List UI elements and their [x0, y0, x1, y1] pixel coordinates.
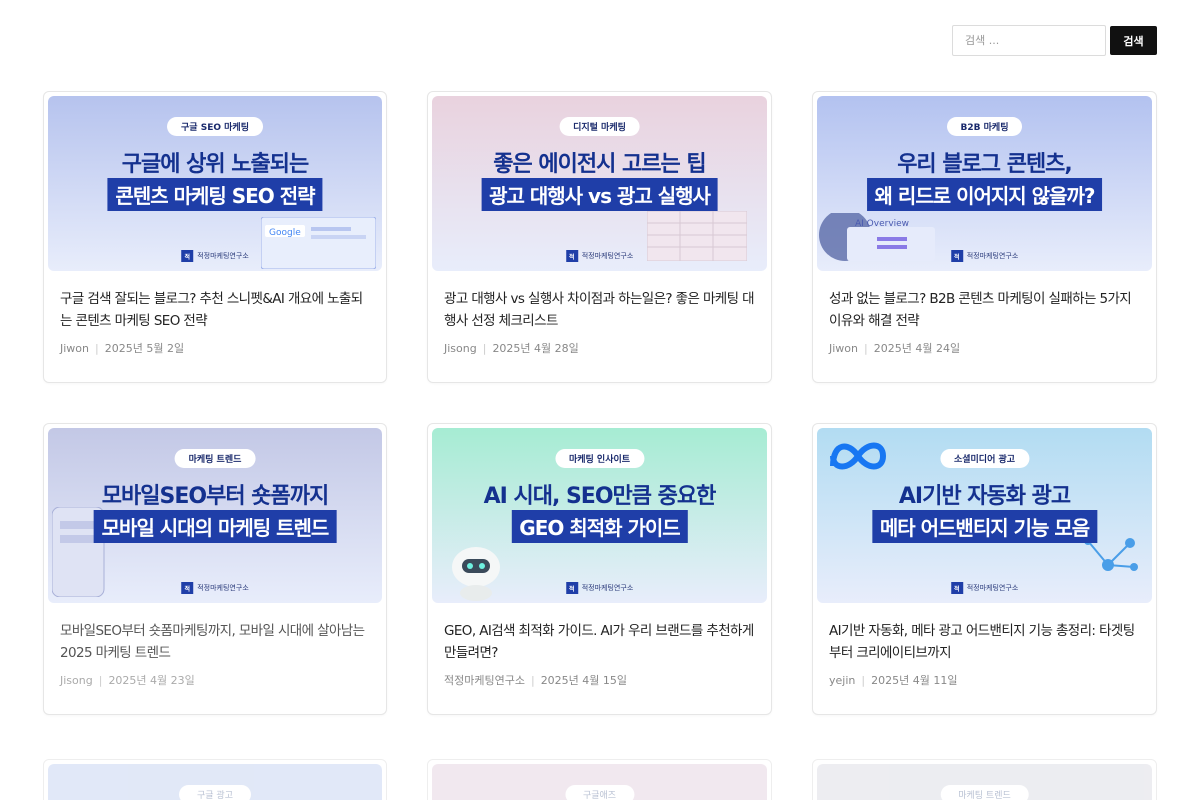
brand-mark-icon: 적 [565, 582, 578, 594]
ai-overview-label: AI Overview [855, 219, 910, 229]
meta-separator: | [98, 674, 103, 687]
post-card-partial[interactable]: 구글애즈 [427, 759, 772, 800]
meta-separator: | [482, 342, 487, 355]
post-card[interactable]: 디지털 마케팅 좋은 에이전시 고르는 팁 광고 대행사 vs 광고 실행사 적… [427, 91, 772, 383]
thumbnail-headline: 좋은 에이전시 고르는 팁 [493, 152, 706, 177]
post-grid: Google 구글 SEO 마케팅 구글에 상위 노출되는 콘텐츠 마케팅 SE… [43, 91, 1157, 715]
post-card[interactable]: Google 구글 SEO 마케팅 구글에 상위 노출되는 콘텐츠 마케팅 SE… [43, 91, 387, 383]
category-tag: 마케팅 트렌드 [174, 449, 256, 468]
brand-logo: 적 적정마케팅연구소 [565, 250, 634, 262]
search-bar: 검색 [952, 25, 1157, 56]
post-date: 2025년 4월 11일 [871, 674, 958, 687]
post-date: 2025년 4월 23일 [108, 674, 195, 687]
thumbnail-headline: AI 시대, SEO만큼 중요한 [483, 484, 717, 509]
search-input[interactable] [952, 25, 1106, 56]
category-tag: 구글 SEO 마케팅 [167, 117, 263, 136]
meta-separator: | [861, 674, 866, 687]
post-thumbnail[interactable]: 마케팅 트렌드 모바일SEO부터 숏폼까지 모바일 시대의 마케팅 트렌드 적 … [48, 428, 382, 603]
brand-name: 적정마케팅연구소 [966, 252, 1019, 260]
post-date: 2025년 4월 24일 [873, 342, 961, 355]
thumbnail-subheadline: 모바일 시대의 마케팅 트렌드 [93, 510, 337, 543]
post-card[interactable]: 마케팅 트렌드 모바일SEO부터 숏폼까지 모바일 시대의 마케팅 트렌드 적 … [43, 423, 387, 715]
post-title[interactable]: GEO, AI검색 최적화 가이드. AI가 우리 브랜드를 추천하게 만들려면… [444, 620, 755, 664]
post-meta: 적정마케팅연구소 | 2025년 4월 15일 [444, 672, 755, 688]
brand-logo: 적 적정마케팅연구소 [181, 582, 249, 594]
brand-name: 적정마케팅연구소 [966, 584, 1019, 592]
post-thumbnail[interactable]: 구글 광고 [48, 764, 382, 800]
thumbnail-subheadline: 광고 대행사 vs 광고 실행사 [481, 178, 718, 211]
brand-mark-icon: 적 [181, 250, 194, 262]
brand-mark-icon: 적 [950, 582, 963, 594]
category-tag: 마케팅 인사이트 [554, 449, 645, 468]
thumbnail-subheadline: 왜 리드로 이어지지 않을까? [866, 178, 1103, 211]
post-card[interactable]: 마케팅 인사이트 AI 시대, SEO만큼 중요한 GEO 최적화 가이드 적 … [427, 423, 772, 715]
category-tag: 마케팅 트렌드 [940, 785, 1029, 800]
category-tag: 구글 광고 [179, 785, 251, 800]
post-thumbnail[interactable]: Google 구글 SEO 마케팅 구글에 상위 노출되는 콘텐츠 마케팅 SE… [48, 96, 382, 271]
post-thumbnail[interactable]: 구글애즈 [432, 764, 767, 800]
thumbnail-subheadline: 메타 어드밴티지 기능 모음 [871, 510, 1098, 543]
post-author: Jisong [444, 342, 477, 355]
spreadsheet-illustration [647, 211, 747, 261]
brand-logo: 적 적정마케팅연구소 [565, 582, 634, 594]
post-date: 2025년 4월 28일 [492, 342, 579, 355]
thumbnail-headline: AI기반 자동화 광고 [898, 484, 1071, 509]
thumbnail-subheadline: 콘텐츠 마케팅 SEO 전략 [107, 178, 323, 211]
post-meta: Jisong | 2025년 4월 23일 [60, 672, 370, 688]
post-title[interactable]: AI기반 자동화, 메타 광고 어드밴티지 기능 총정리: 타겟팅부터 크리에이… [829, 620, 1140, 664]
post-thumbnail[interactable]: 소셜미디어 광고 AI기반 자동화 광고 메타 어드밴티지 기능 모음 적 적정… [817, 428, 1152, 603]
brand-name: 적정마케팅연구소 [581, 584, 634, 592]
brand-mark-icon: 적 [950, 250, 963, 262]
post-author: Jisong [60, 674, 93, 687]
category-tag: 구글애즈 [564, 785, 635, 800]
brand-name: 적정마케팅연구소 [581, 252, 634, 260]
brand-logo: 적 적정마케팅연구소 [950, 582, 1019, 594]
search-button[interactable]: 검색 [1110, 26, 1157, 55]
post-date: 2025년 5월 2일 [104, 342, 185, 355]
robot-illustration [452, 547, 500, 601]
post-card-partial[interactable]: 마케팅 트렌드 [812, 759, 1157, 800]
thumbnail-headline: 우리 블로그 콘텐츠, [897, 152, 1073, 177]
post-meta: yejin | 2025년 4월 11일 [829, 672, 1140, 688]
thumbnail-headline: 구글에 상위 노출되는 [121, 152, 309, 177]
post-thumbnail[interactable]: 마케팅 트렌드 [817, 764, 1152, 800]
svg-text:Google: Google [269, 228, 301, 238]
meta-separator: | [530, 674, 535, 687]
brand-name: 적정마케팅연구소 [197, 584, 249, 592]
brand-mark-icon: 적 [565, 250, 578, 262]
post-date: 2025년 4월 15일 [540, 674, 628, 687]
brand-logo: 적 적정마케팅연구소 [181, 250, 249, 262]
google-window-illustration: Google [261, 217, 376, 269]
post-author: Jiwon [60, 342, 89, 355]
category-tag: B2B 마케팅 [946, 117, 1023, 136]
post-meta: Jiwon | 2025년 5월 2일 [60, 340, 370, 356]
post-title[interactable]: 광고 대행사 vs 실행사 차이점과 하는일은? 좋은 마케팅 대행사 선정 체… [444, 288, 755, 332]
post-title[interactable]: 모바일SEO부터 숏폼마케팅까지, 모바일 시대에 살아남는 2025 마케팅 … [60, 620, 370, 664]
post-thumbnail[interactable]: 마케팅 인사이트 AI 시대, SEO만큼 중요한 GEO 최적화 가이드 적 … [432, 428, 767, 603]
post-card[interactable]: 소셜미디어 광고 AI기반 자동화 광고 메타 어드밴티지 기능 모음 적 적정… [812, 423, 1157, 715]
thumbnail-headline: 모바일SEO부터 숏폼까지 [101, 484, 329, 509]
post-meta: Jisong | 2025년 4월 28일 [444, 340, 755, 356]
post-card[interactable]: B2B 마케팅 우리 블로그 콘텐츠, 왜 리드로 이어지지 않을까? AI O… [812, 91, 1157, 383]
meta-infinity-icon [830, 442, 887, 470]
post-thumbnail[interactable]: 디지털 마케팅 좋은 에이전시 고르는 팁 광고 대행사 vs 광고 실행사 적… [432, 96, 767, 271]
post-title[interactable]: 구글 검색 잘되는 블로그? 추천 스니펫&AI 개요에 노출되는 콘텐츠 마케… [60, 288, 370, 332]
category-tag: 소셜미디어 광고 [939, 449, 1030, 468]
brand-logo: 적 적정마케팅연구소 [950, 250, 1019, 262]
post-author: yejin [829, 674, 856, 687]
post-title[interactable]: 성과 없는 블로그? B2B 콘텐츠 마케팅이 실패하는 5가지 이유와 해결 … [829, 288, 1140, 332]
meta-separator: | [864, 342, 868, 355]
post-author: 적정마케팅연구소 [444, 674, 525, 687]
post-thumbnail[interactable]: B2B 마케팅 우리 블로그 콘텐츠, 왜 리드로 이어지지 않을까? AI O… [817, 96, 1152, 271]
meta-separator: | [95, 342, 99, 355]
brand-mark-icon: 적 [181, 582, 194, 594]
post-author: Jiwon [829, 342, 858, 355]
thumbnail-subheadline: GEO 최적화 가이드 [511, 510, 688, 543]
category-tag: 디지털 마케팅 [559, 117, 640, 136]
post-meta: Jiwon | 2025년 4월 24일 [829, 340, 1140, 356]
post-card-partial[interactable]: 구글 광고 [43, 759, 387, 800]
brand-name: 적정마케팅연구소 [197, 252, 249, 260]
